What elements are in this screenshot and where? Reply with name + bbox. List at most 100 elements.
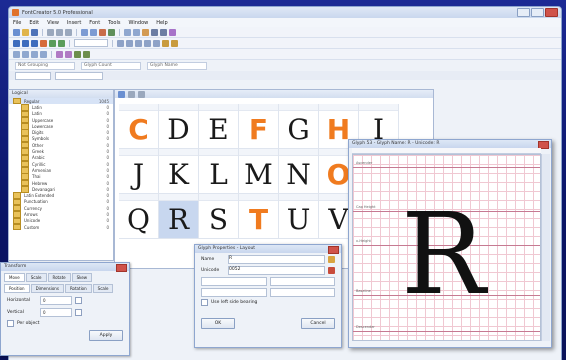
close-button[interactable] [545, 8, 558, 17]
menu-help[interactable]: Help [156, 20, 167, 26]
align-right-icon[interactable] [135, 39, 142, 47]
apply-button[interactable]: Apply [89, 330, 123, 341]
test-icon[interactable] [142, 28, 149, 36]
glyph-cell[interactable]: M [239, 149, 279, 194]
glyph-cell[interactable]: Q [119, 194, 159, 239]
ascender-guide[interactable] [353, 167, 540, 168]
decompose-icon[interactable] [65, 50, 72, 58]
flip-horizontal-icon[interactable] [144, 39, 151, 47]
horizontal-input[interactable]: 0 [40, 296, 72, 305]
menu-edit[interactable]: Edit [29, 20, 39, 26]
right-bearing-input[interactable] [269, 277, 335, 286]
glyph-cell[interactable]: D [159, 104, 199, 149]
flip-vertical-icon[interactable] [153, 39, 160, 47]
vertical-lock-checkbox[interactable] [75, 309, 82, 316]
edited-glyph[interactable]: R [401, 199, 485, 311]
open-icon[interactable] [22, 28, 29, 36]
tab-move[interactable]: Move [4, 273, 25, 282]
point-icon[interactable] [31, 39, 38, 47]
kerning-icon[interactable] [169, 28, 176, 36]
filter-icon[interactable] [138, 90, 145, 98]
font-select[interactable] [15, 71, 51, 80]
properties-icon[interactable] [151, 28, 158, 36]
view-icon[interactable] [118, 90, 125, 98]
autohint-icon[interactable] [83, 50, 90, 58]
horizontal-lock-checkbox[interactable] [75, 297, 82, 304]
glyph-canvas[interactable]: Ascender Cap Height x-Height Baseline De… [352, 154, 541, 341]
tab-skew[interactable]: Skew [71, 273, 93, 282]
grid-icon[interactable] [171, 39, 178, 47]
subtab-dimensions[interactable]: Dimensions [30, 284, 64, 293]
undo-icon[interactable] [81, 28, 88, 36]
zoom-combobox[interactable] [74, 39, 108, 47]
rotate-icon[interactable] [162, 39, 169, 47]
tree-item[interactable]: Unicode 0 [9, 217, 113, 225]
menu-file[interactable]: File [13, 20, 21, 26]
grouping-field[interactable]: Not Grouping [15, 61, 75, 70]
menu-window[interactable]: Window [129, 20, 149, 26]
ok-button[interactable]: OK [201, 318, 235, 329]
name-input[interactable]: R [228, 255, 325, 264]
pen-icon[interactable] [40, 39, 47, 47]
ellipse-icon[interactable] [58, 39, 65, 47]
name-picker-icon[interactable] [328, 256, 335, 263]
editor-scrollbar[interactable] [541, 154, 550, 341]
rectangle-icon[interactable] [49, 39, 56, 47]
subtab-position[interactable]: Position [4, 284, 30, 293]
left-bearing-input[interactable] [201, 277, 267, 286]
menu-font[interactable]: Font [89, 20, 100, 26]
glyph-cell[interactable]: G [279, 104, 319, 149]
copy-icon[interactable] [56, 28, 63, 36]
cancel-button[interactable]: Cancel [301, 318, 335, 329]
minimize-button[interactable] [517, 8, 530, 17]
maximize-button[interactable] [531, 8, 544, 17]
glyph-cell[interactable]: J [119, 149, 159, 194]
pointer-icon[interactable] [13, 39, 20, 47]
menu-view[interactable]: View [47, 20, 59, 26]
unicode-picker-icon[interactable] [328, 267, 335, 274]
subtab-scale[interactable]: Scale [92, 284, 114, 293]
glyph-cell[interactable]: N [279, 149, 319, 194]
tree-item[interactable]: Punctuation 0 [9, 198, 113, 206]
glyph-cell[interactable]: L [199, 149, 239, 194]
zoom-in-icon[interactable] [124, 28, 131, 36]
descender-guide[interactable] [353, 331, 540, 332]
close-icon[interactable] [328, 246, 339, 254]
last-glyph-icon[interactable] [40, 50, 47, 58]
menu-insert[interactable]: Insert [67, 20, 81, 26]
glyph-cell[interactable]: U [279, 194, 319, 239]
previous-glyph-icon[interactable] [22, 50, 29, 58]
hint-icon[interactable] [74, 50, 81, 58]
vertical-input[interactable]: 0 [40, 308, 72, 317]
tree-item[interactable]: Devanagari 0 [9, 186, 113, 193]
glyph-cell[interactable]: R [159, 194, 199, 239]
tab-scale[interactable]: Scale [25, 273, 47, 282]
advance-width-input[interactable] [201, 288, 267, 297]
close-icon[interactable] [116, 264, 127, 272]
tree-item[interactable]: Latin Extended 0 [9, 192, 113, 199]
paste-icon[interactable] [65, 28, 72, 36]
glyph-cell[interactable]: T [239, 194, 279, 239]
tree-item[interactable]: Custom 0 [9, 223, 113, 231]
unicode-input[interactable]: 0052 [228, 266, 325, 275]
new-icon[interactable] [13, 28, 20, 36]
next-glyph-icon[interactable] [31, 50, 38, 58]
per-object-checkbox[interactable] [7, 320, 14, 327]
subtab-rotation[interactable]: Rotation [64, 284, 92, 293]
align-center-icon[interactable] [126, 39, 133, 47]
offset-input[interactable] [269, 288, 335, 297]
first-glyph-icon[interactable] [13, 50, 20, 58]
align-left-icon[interactable] [117, 39, 124, 47]
glyph-cell[interactable]: K [159, 149, 199, 194]
tree-item[interactable]: Arrows 0 [9, 211, 113, 218]
save-icon[interactable] [31, 28, 38, 36]
zoom-out-icon[interactable] [133, 28, 140, 36]
glyph-cell[interactable]: C [119, 104, 159, 149]
sort-icon[interactable] [128, 90, 135, 98]
redo-icon[interactable] [90, 28, 97, 36]
glyph-cell[interactable]: F [239, 104, 279, 149]
menu-tools[interactable]: Tools [108, 20, 120, 26]
glyph-select[interactable] [55, 71, 103, 80]
delete-icon[interactable] [99, 28, 106, 36]
composite-icon[interactable] [56, 50, 63, 58]
